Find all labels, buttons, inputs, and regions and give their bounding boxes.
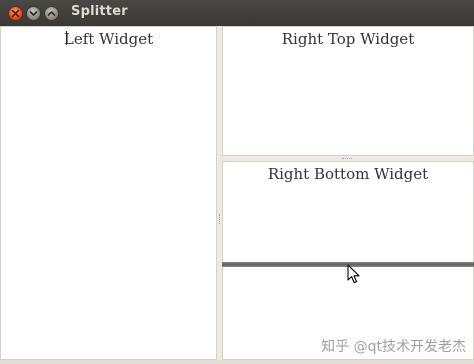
splitter-window: Splitter Left Widget Right Top Widget Ri… (0, 0, 474, 364)
title-bar[interactable]: Splitter (0, 0, 474, 26)
watermark-text: 知乎 @qt技术开发老杰 (321, 339, 466, 355)
splitter-grip (342, 158, 352, 159)
maximize-button[interactable] (44, 6, 59, 21)
close-button[interactable] (8, 6, 23, 21)
right-top-widget-label: Right Top Widget (281, 30, 415, 48)
window-title: Splitter (71, 4, 128, 19)
right-top-widget[interactable]: Right Top Widget (222, 26, 474, 156)
close-icon (11, 9, 20, 18)
maximize-icon (47, 11, 56, 16)
left-widget-label: Left Widget (63, 30, 154, 48)
mouse-pointer-icon (347, 264, 360, 284)
minimize-icon (29, 11, 38, 16)
right-bottom-widget[interactable]: Right Bottom Widget (222, 161, 474, 360)
window-bottom-edge (0, 360, 474, 364)
text-caret (66, 31, 67, 45)
right-bottom-widget-label: Right Bottom Widget (267, 165, 429, 183)
splitter-grip (219, 214, 220, 224)
left-widget[interactable]: Left Widget (0, 26, 217, 360)
minimize-button[interactable] (26, 6, 41, 21)
